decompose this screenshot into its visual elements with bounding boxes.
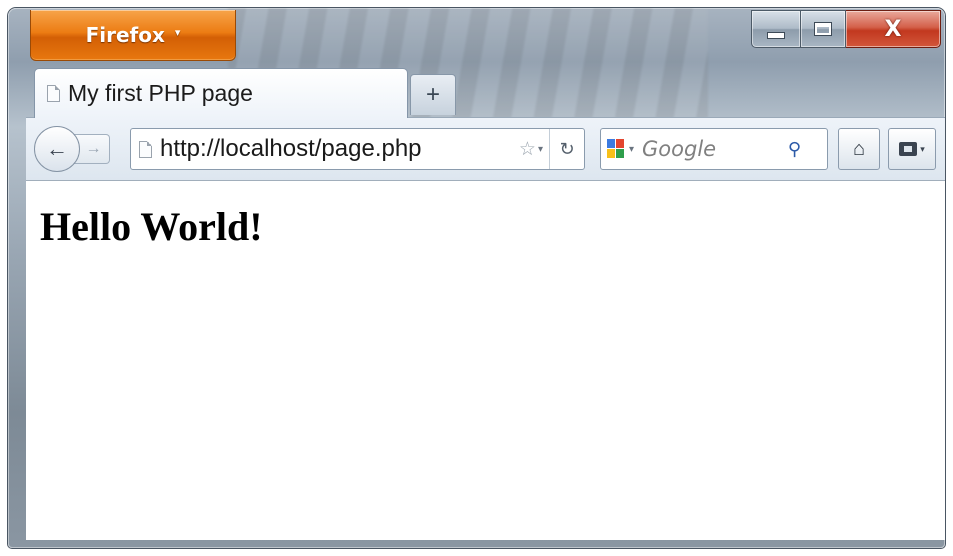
site-identity-icon[interactable] bbox=[139, 140, 152, 158]
search-input[interactable] bbox=[642, 137, 783, 161]
minimize-icon bbox=[767, 31, 785, 39]
bookmark-star-icon[interactable]: ☆ bbox=[519, 138, 536, 161]
url-bar[interactable]: http://localhost/page.php ☆ ▾ ↻ bbox=[130, 128, 585, 170]
chevron-down-icon: ▾ bbox=[174, 25, 181, 39]
firefox-menu-label: Firefox bbox=[85, 23, 165, 47]
addon-bar-button[interactable]: ▾ bbox=[888, 128, 936, 170]
page-content: Hello World! bbox=[26, 181, 945, 540]
close-icon: X bbox=[884, 16, 902, 42]
tab-label: My first PHP page bbox=[68, 80, 253, 106]
search-icon[interactable]: ⚲ bbox=[788, 139, 801, 160]
back-button[interactable]: ← bbox=[34, 126, 80, 172]
page-icon bbox=[47, 85, 60, 102]
maximize-button[interactable] bbox=[801, 10, 846, 48]
maximize-icon bbox=[814, 22, 832, 36]
new-tab-button[interactable]: + bbox=[410, 74, 456, 115]
close-button[interactable]: X bbox=[846, 10, 941, 48]
url-text[interactable]: http://localhost/page.php bbox=[160, 135, 519, 163]
search-engine-button[interactable]: ▾ bbox=[607, 139, 634, 159]
home-button[interactable]: ⌂ bbox=[838, 128, 880, 170]
reload-icon: ↻ bbox=[559, 138, 575, 159]
browser-window: Firefox ▾ X My first PHP page + ← → http… bbox=[8, 8, 945, 548]
addon-bar-icon bbox=[899, 142, 918, 156]
engine-dropdown-icon: ▾ bbox=[629, 143, 635, 155]
tab-my-first-php-page[interactable]: My first PHP page bbox=[34, 68, 408, 118]
firefox-menu-button[interactable]: Firefox ▾ bbox=[30, 10, 236, 61]
forward-arrow-icon: → bbox=[85, 140, 102, 157]
page-heading: Hello World! bbox=[40, 204, 263, 249]
navigation-toolbar: ← → http://localhost/page.php ☆ ▾ ↻ ▾ Go… bbox=[26, 117, 945, 181]
chevron-down-icon: ▾ bbox=[920, 143, 925, 154]
google-icon bbox=[607, 139, 625, 159]
history-dropdown-icon[interactable]: ▾ bbox=[538, 144, 543, 155]
back-arrow-icon: ← bbox=[46, 136, 68, 161]
reload-button[interactable]: ↻ bbox=[549, 129, 584, 169]
search-bar[interactable]: ▾ ⚲ bbox=[600, 128, 828, 170]
home-icon: ⌂ bbox=[852, 137, 866, 160]
window-caption-buttons: X bbox=[751, 10, 941, 48]
minimize-button[interactable] bbox=[751, 10, 801, 48]
plus-icon: + bbox=[425, 81, 440, 108]
